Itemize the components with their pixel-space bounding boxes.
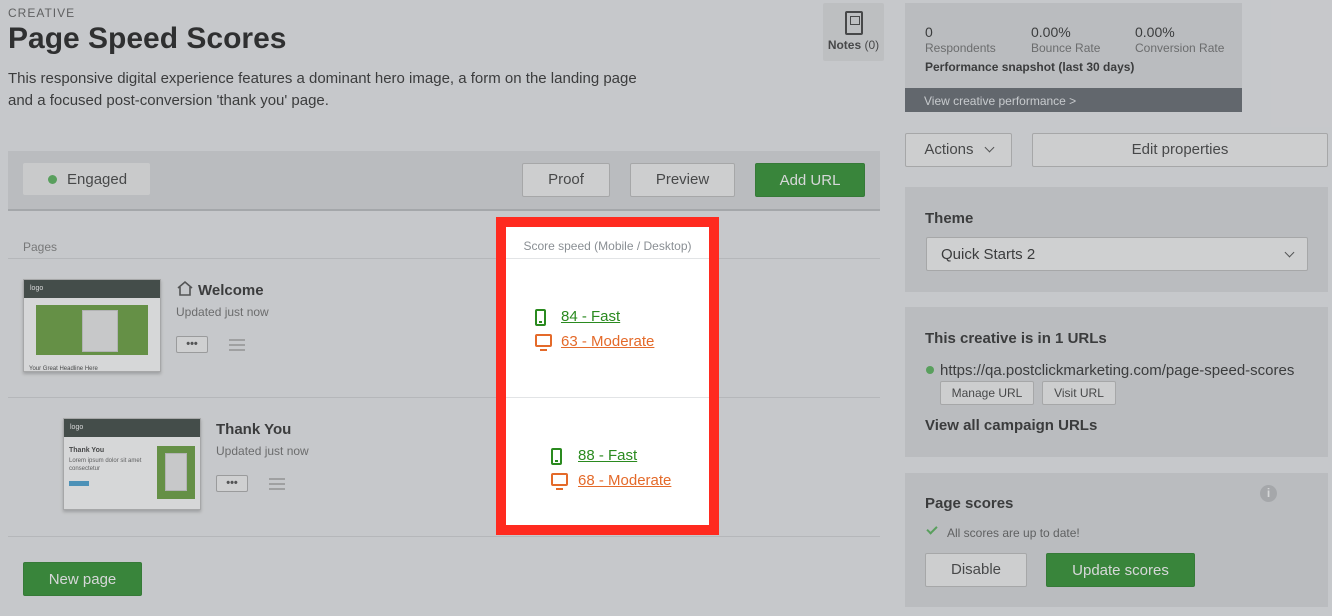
desktop-score-link[interactable]: 68 - Moderate [578, 472, 671, 489]
theme-card: Theme Quick Starts 2 [905, 187, 1328, 292]
thumb-text: Lorem ipsum dolor sit amet consectetur [69, 458, 142, 472]
mobile-score-link[interactable]: 88 - Fast [578, 447, 637, 464]
thumb-header [64, 419, 200, 437]
pages-column-header: Pages [23, 240, 58, 254]
add-url-button[interactable]: Add URL [755, 163, 865, 197]
description-line: This responsive digital experience featu… [8, 70, 637, 87]
notebook-icon [844, 11, 863, 35]
thumb-cta [69, 481, 89, 486]
status-dot-icon [48, 175, 57, 184]
view-performance-link[interactable]: View creative performance > [905, 88, 1242, 112]
drag-handle-icon[interactable] [269, 478, 285, 493]
page-more-button[interactable]: ••• [216, 475, 248, 492]
thumb-logo: logo [30, 285, 44, 292]
divider [506, 397, 709, 398]
urls-title: This creative is in 1 URLs [925, 330, 1107, 347]
status-label: Engaged [67, 171, 128, 188]
conversion-value: 0.00% [1135, 24, 1175, 40]
checkmark-icon [926, 523, 938, 535]
status-badge: Engaged [23, 163, 150, 195]
bounce-value: 0.00% [1031, 24, 1071, 40]
thumb-paper [165, 453, 187, 491]
page-thumbnail-welcome[interactable]: logo Your Great Headline Here [23, 279, 161, 372]
divider [8, 397, 880, 398]
snapshot-label: Performance snapshot (last 30 days) [925, 60, 1135, 74]
page-name[interactable]: Thank You [216, 421, 291, 438]
creative-url[interactable]: https://qa.postclickmarketing.com/page-s… [940, 362, 1294, 379]
thumb-title: Thank You [69, 447, 105, 454]
page-description: This responsive digital experience featu… [8, 68, 648, 112]
desktop-icon [551, 473, 568, 490]
page-title: Page Speed Scores [8, 22, 287, 55]
edit-properties-button[interactable]: Edit properties [1032, 133, 1328, 167]
bounce-label: Bounce Rate [1031, 41, 1101, 55]
thumb-paper [82, 310, 118, 352]
notes-button[interactable]: Notes (0) [823, 3, 884, 61]
page-updated: Updated just now [216, 444, 309, 458]
page-more-button[interactable]: ••• [176, 336, 208, 353]
notes-label-text: Notes [827, 38, 862, 52]
theme-title: Theme [925, 210, 974, 227]
page-thumbnail-thank-you[interactable]: logo Thank You Lorem ipsum dolor sit ame… [63, 418, 201, 510]
mobile-icon [535, 309, 546, 326]
respondents-value: 0 [925, 24, 933, 40]
chevron-down-icon [984, 142, 995, 153]
theme-value: Quick Starts 2 [941, 246, 1036, 263]
thumb-header [24, 280, 160, 298]
page-updated: Updated just now [176, 305, 269, 319]
update-scores-button[interactable]: Update scores [1046, 553, 1195, 587]
divider [8, 258, 880, 259]
divider [506, 258, 709, 259]
actions-dropdown[interactable]: Actions [905, 133, 1012, 167]
thumb-logo: logo [70, 424, 84, 431]
theme-select[interactable]: Quick Starts 2 [926, 237, 1308, 271]
score-speed-header: Score speed (Mobile / Desktop) [523, 239, 692, 253]
page-name[interactable]: Welcome [198, 282, 264, 299]
desktop-score-link[interactable]: 63 - Moderate [561, 333, 654, 350]
url-status-dot-icon [926, 366, 934, 374]
thumb-caption: Your Great Headline Here [29, 366, 98, 372]
chevron-down-icon [1284, 247, 1295, 258]
score-speed-highlight: Score speed (Mobile / Desktop) 84 - Fast… [496, 217, 719, 535]
proof-button[interactable]: Proof [522, 163, 610, 197]
new-page-button[interactable]: New page [23, 562, 142, 596]
drag-handle-icon[interactable] [229, 339, 245, 354]
home-icon [176, 280, 194, 296]
desktop-icon [535, 334, 552, 351]
page-eyebrow: CREATIVE [8, 6, 76, 20]
mobile-icon [551, 448, 562, 465]
page-scores-title: Page scores [925, 495, 1014, 512]
scores-status: All scores are up to date! [947, 526, 1080, 540]
page-scores-card: Page scores i All scores are up to date!… [905, 473, 1328, 607]
visit-url-button[interactable]: Visit URL [1042, 381, 1116, 405]
notes-count: (0) [864, 38, 880, 52]
disable-button[interactable]: Disable [925, 553, 1027, 587]
notes-label: Notes (0) [823, 38, 884, 52]
preview-button[interactable]: Preview [630, 163, 735, 197]
description-line: and a focused post-conversion 'thank you… [8, 92, 329, 109]
info-icon[interactable]: i [1260, 485, 1277, 502]
actions-label: Actions [924, 141, 974, 158]
divider [8, 536, 880, 537]
view-all-urls-link[interactable]: View all campaign URLs [925, 417, 1097, 434]
manage-url-button[interactable]: Manage URL [940, 381, 1034, 405]
mobile-score-link[interactable]: 84 - Fast [561, 308, 620, 325]
conversion-label: Conversion Rate [1135, 41, 1225, 55]
urls-card: This creative is in 1 URLs https://qa.po… [905, 307, 1328, 457]
respondents-label: Respondents [925, 41, 996, 55]
